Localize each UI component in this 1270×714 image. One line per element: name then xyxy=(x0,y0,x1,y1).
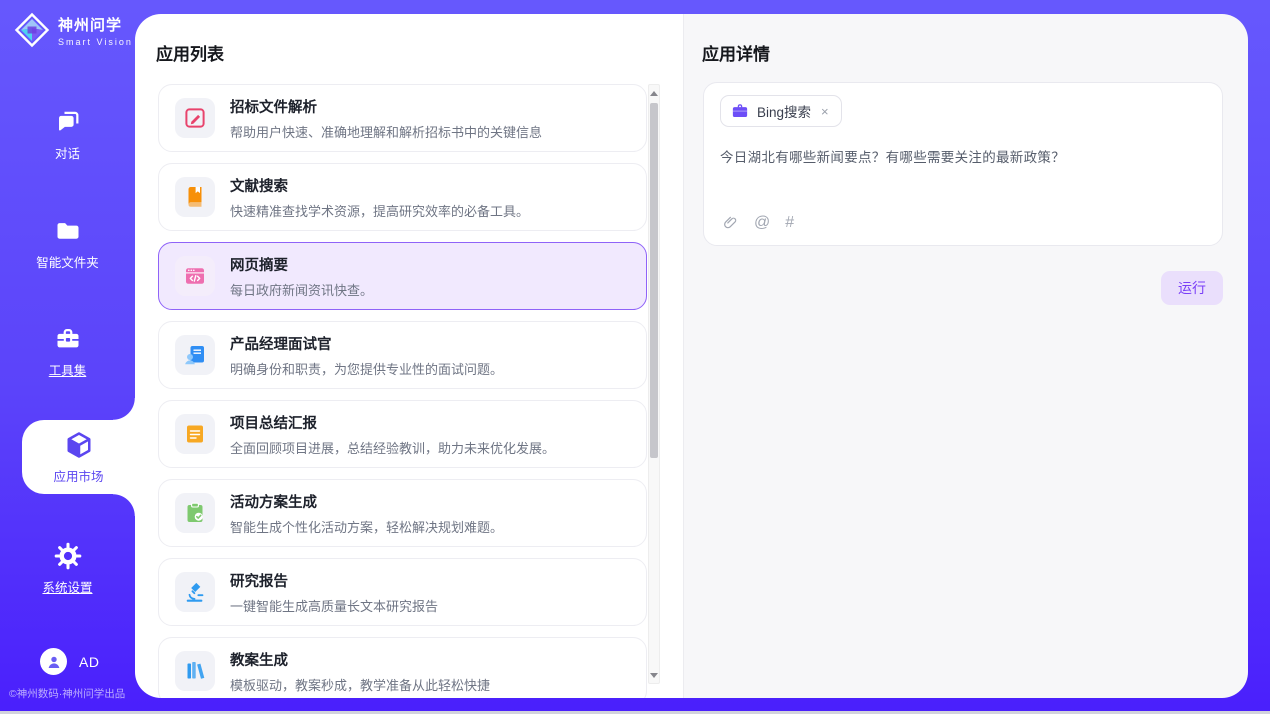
paperclip-button[interactable] xyxy=(722,214,739,231)
main-content: 应用列表 招标文件解析 帮助用户快速、准确地理解和解析招标书中的关键信息 xyxy=(135,14,1248,698)
app-card-title: 文献搜索 xyxy=(230,175,529,196)
person-icon xyxy=(45,653,63,671)
app-card-list: 招标文件解析 帮助用户快速、准确地理解和解析招标书中的关键信息 文献搜索 xyxy=(158,84,647,698)
app-card-desc: 明确身份和职责，为您提供专业性的面试问题。 xyxy=(230,359,503,378)
app-card-title: 活动方案生成 xyxy=(230,491,503,512)
app-card-desc: 快速精准查找学术资源，提高研究效率的必备工具。 xyxy=(230,201,529,220)
app-detail-title: 应用详情 xyxy=(702,40,770,65)
books-icon xyxy=(183,659,207,683)
sidebar-item-settings[interactable]: 系统设置 xyxy=(0,542,135,596)
scroll-down-button[interactable] xyxy=(649,668,659,682)
cube-icon xyxy=(64,430,94,460)
chat-icon xyxy=(54,108,82,136)
triangle-up-icon xyxy=(650,91,658,96)
app-card-literature-search[interactable]: 文献搜索 快速精准查找学术资源，提高研究效率的必备工具。 xyxy=(158,163,647,231)
brand-subtitle: Smart Vision xyxy=(58,37,133,47)
run-row: 运行 xyxy=(703,271,1223,305)
memo-icon xyxy=(183,422,207,446)
app-card-project-summary[interactable]: 项目总结汇报 全面回顾项目进展，总结经验教训，助力未来优化发展。 xyxy=(158,400,647,468)
clipboard-check-icon xyxy=(183,501,207,525)
sidebar-item-label: 工具集 xyxy=(49,360,87,379)
app-card-research-report[interactable]: 研究报告 一键智能生成高质量长文本研究报告 xyxy=(158,558,647,626)
sidebar-item-label: 对话 xyxy=(55,143,80,162)
app-card-title: 网页摘要 xyxy=(230,254,373,275)
app-card-desc: 一键智能生成高质量长文本研究报告 xyxy=(230,596,438,615)
prompt-card: Bing搜索 × 今日湖北有哪些新闻要点？有哪些需要关注的最新政策？ @ # xyxy=(703,82,1223,246)
user-name: AD xyxy=(79,654,99,670)
folder-icon xyxy=(54,217,82,245)
briefcase-icon xyxy=(731,102,749,120)
app-card-tender-analysis[interactable]: 招标文件解析 帮助用户快速、准确地理解和解析招标书中的关键信息 xyxy=(158,84,647,152)
app-card-title: 研究报告 xyxy=(230,570,438,591)
app-card-pm-interviewer[interactable]: 产品经理面试官 明确身份和职责，为您提供专业性的面试问题。 xyxy=(158,321,647,389)
app-card-lesson-plan[interactable]: 教案生成 模板驱动，教案秒成，教学准备从此轻松快捷 xyxy=(158,637,647,698)
sidebar-item-smart-folder[interactable]: 智能文件夹 xyxy=(0,217,135,271)
app-card-desc: 每日政府新闻资讯快查。 xyxy=(230,280,373,299)
app-card-title: 产品经理面试官 xyxy=(230,333,503,354)
chip-close-button[interactable]: × xyxy=(819,104,831,119)
app-card-title: 项目总结汇报 xyxy=(230,412,555,433)
triangle-down-icon xyxy=(650,673,658,678)
sidebar-item-app-market[interactable]: 应用市场 xyxy=(22,420,135,494)
brand-logo: 神州问学 Smart Vision xyxy=(14,12,133,48)
app-card-event-plan[interactable]: 活动方案生成 智能生成个性化活动方案，轻松解决规划难题。 xyxy=(158,479,647,547)
document-edit-icon xyxy=(183,106,207,130)
avatar xyxy=(40,648,67,675)
sidebar-item-label: 智能文件夹 xyxy=(36,252,99,271)
query-input[interactable]: 今日湖北有哪些新闻要点？有哪些需要关注的最新政策？ xyxy=(720,146,1206,166)
microscope-icon xyxy=(183,580,207,604)
app-list-title: 应用列表 xyxy=(156,40,224,65)
brand-diamond-icon xyxy=(14,12,50,48)
sidebar-item-chat[interactable]: 对话 xyxy=(0,108,135,162)
topic-button[interactable]: # xyxy=(785,215,794,231)
book-icon xyxy=(183,185,207,209)
mention-button[interactable]: @ xyxy=(754,215,770,231)
copyright-text: ©神州数码·神州问学出品 xyxy=(9,686,125,701)
sidebar: 神州问学 Smart Vision 对话 智能文件夹 xyxy=(0,0,135,714)
tool-chip-label: Bing搜索 xyxy=(757,101,811,121)
app-detail-panel: 应用详情 Bing搜索 × 今日湖北有哪些新闻要点？有哪些需要关注的最新政策？ xyxy=(683,14,1248,698)
sidebar-item-label: 系统设置 xyxy=(42,577,92,596)
app-card-title: 招标文件解析 xyxy=(230,96,542,117)
browser-code-icon xyxy=(183,264,207,288)
app-card-desc: 智能生成个性化活动方案，轻松解决规划难题。 xyxy=(230,517,503,536)
app-card-title: 教案生成 xyxy=(230,649,490,670)
app-card-desc: 帮助用户快速、准确地理解和解析招标书中的关键信息 xyxy=(230,122,542,141)
app-card-desc: 全面回顾项目进展，总结经验教训，助力未来优化发展。 xyxy=(230,438,555,457)
brand-name: 神州问学 xyxy=(58,14,133,35)
attachment-toolbar: @ # xyxy=(722,214,794,231)
app-card-desc: 模板驱动，教案秒成，教学准备从此轻松快捷 xyxy=(230,675,490,694)
toolbox-icon xyxy=(54,325,82,353)
sidebar-item-label: 应用市场 xyxy=(53,466,103,485)
scroll-up-button[interactable] xyxy=(649,86,659,100)
paperclip-icon xyxy=(722,214,739,231)
tool-chip-bing-search: Bing搜索 × xyxy=(720,95,842,127)
app-list-panel: 应用列表 招标文件解析 帮助用户快速、准确地理解和解析招标书中的关键信息 xyxy=(135,14,683,698)
run-button[interactable]: 运行 xyxy=(1161,271,1223,305)
clipboard-user-icon xyxy=(183,343,207,367)
sidebar-item-toolset[interactable]: 工具集 xyxy=(0,325,135,379)
app-card-web-summary[interactable]: 网页摘要 每日政府新闻资讯快查。 xyxy=(158,242,647,310)
gear-icon xyxy=(54,542,82,570)
user-avatar[interactable]: AD xyxy=(40,648,99,675)
scrollbar-thumb[interactable] xyxy=(650,103,658,458)
list-scrollbar[interactable] xyxy=(648,84,660,684)
